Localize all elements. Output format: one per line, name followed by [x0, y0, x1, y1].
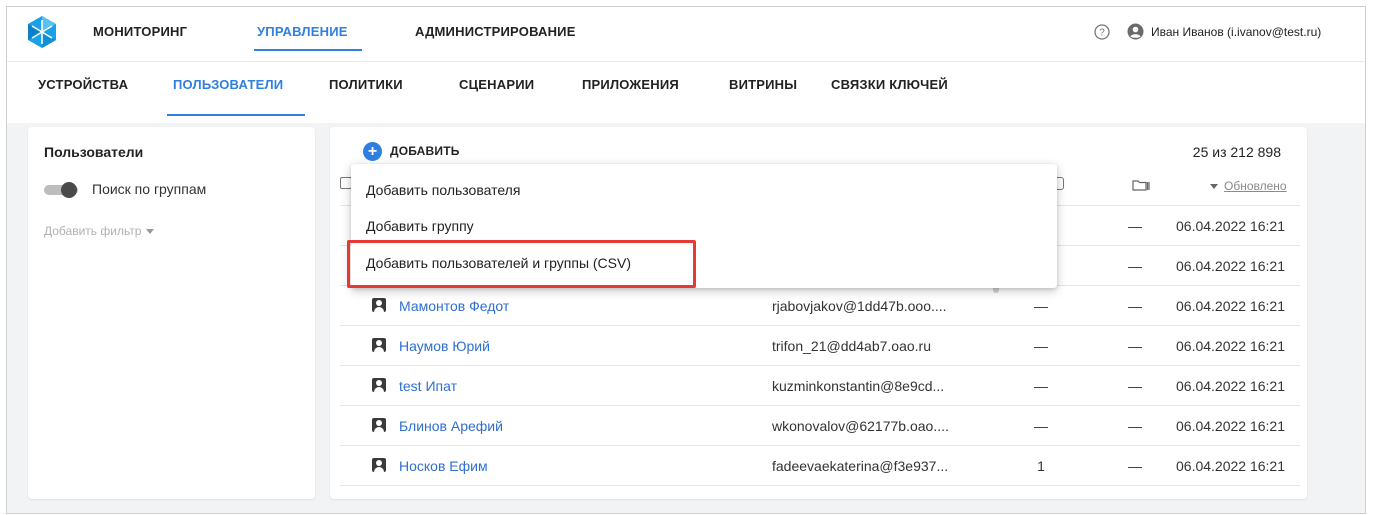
add-filter-label: Добавить фильтр — [44, 224, 142, 238]
help-circle-icon[interactable]: ? — [1094, 24, 1110, 40]
user-avatar-icon — [372, 298, 386, 312]
groups-count: — — [1128, 258, 1142, 274]
tab-scenarios[interactable]: СЦЕНАРИИ — [459, 77, 534, 92]
nav-management[interactable]: УПРАВЛЕНИЕ — [257, 24, 348, 39]
tab-devices[interactable]: УСТРОЙСТВА — [38, 77, 128, 92]
groups-count: — — [1128, 378, 1142, 394]
sort-updated-label: Обновлено — [1224, 179, 1287, 193]
user-name-link[interactable]: Носков Ефим — [399, 458, 488, 474]
top-bar: МОНИТОРИНГ УПРАВЛЕНИЕ АДМИНИСТРИРОВАНИЕ … — [7, 7, 1365, 61]
groups-count: — — [1128, 298, 1142, 314]
user-name-link[interactable]: test Ипат — [399, 378, 457, 394]
devices-column-icon — [1056, 177, 1064, 190]
tab-users[interactable]: ПОЛЬЗОВАТЕЛИ — [173, 77, 283, 92]
tab-applications[interactable]: ПРИЛОЖЕНИЯ — [582, 77, 679, 92]
nav-active-indicator — [254, 49, 362, 51]
table-row[interactable]: Блинов Арефий wkonovalov@62177b.oao.... … — [340, 406, 1300, 446]
user-email: fadeevaekaterina@f3e937... — [772, 458, 949, 474]
user-name[interactable]: Иван Иванов (i.ivanov@test.ru) — [1151, 25, 1321, 39]
sort-updated-header[interactable]: Обновлено — [1210, 179, 1287, 193]
updated-date: 06.04.2022 16:21 — [1176, 418, 1285, 434]
nav-monitoring[interactable]: МОНИТОРИНГ — [93, 24, 187, 39]
user-name-link[interactable]: Блинов Арефий — [399, 418, 503, 434]
user-name-link[interactable]: Мамонтов Федот — [399, 298, 509, 314]
panel-title: Пользователи — [44, 144, 144, 160]
user-avatar-icon — [372, 338, 386, 352]
groups-count: — — [1128, 418, 1142, 434]
chevron-down-icon — [146, 229, 155, 235]
user-email: rjabovjakov@1dd47b.ooo.... — [772, 298, 947, 314]
folder-stack-icon — [1132, 180, 1150, 191]
group-search-toggle[interactable] — [44, 182, 78, 198]
updated-date: 06.04.2022 16:21 — [1176, 458, 1285, 474]
app-logo-icon[interactable] — [25, 15, 59, 49]
groups-count: — — [1128, 338, 1142, 354]
table-row[interactable]: test Ипат kuzminkonstantin@8e9cd... — — … — [340, 366, 1300, 406]
devices-count: — — [1034, 338, 1048, 354]
filter-panel: Пользователи Поиск по группам Добавить ф… — [28, 127, 315, 499]
plus-circle-icon: + — [363, 141, 382, 161]
table-row[interactable]: Наумов Юрий trifon_21@dd4ab7.oao.ru — — … — [340, 326, 1300, 366]
user-avatar-icon — [372, 458, 386, 472]
records-count: 25 из 212 898 — [1192, 144, 1281, 160]
user-email: wkonovalov@62177b.oao.... — [772, 418, 949, 434]
tab-active-indicator — [167, 114, 305, 116]
sub-nav: УСТРОЙСТВА ПОЛЬЗОВАТЕЛИ ПОЛИТИКИ СЦЕНАРИ… — [7, 61, 1365, 123]
menu-item-add-user[interactable]: Добавить пользователя — [366, 182, 520, 198]
devices-count: — — [1034, 298, 1048, 314]
user-email: trifon_21@dd4ab7.oao.ru — [772, 338, 931, 354]
highlight-box — [347, 240, 696, 288]
updated-date: 06.04.2022 16:21 — [1176, 338, 1285, 354]
add-button-label: ДОБАВИТЬ — [390, 144, 460, 158]
sort-down-icon — [1210, 184, 1218, 190]
groups-count: — — [1128, 458, 1142, 474]
tab-showcases[interactable]: ВИТРИНЫ — [729, 77, 797, 92]
svg-text:?: ? — [1099, 28, 1105, 39]
updated-date: 06.04.2022 16:21 — [1176, 218, 1285, 234]
add-filter-dropdown[interactable]: Добавить фильтр — [44, 224, 155, 238]
tab-keychains[interactable]: СВЯЗКИ КЛЮЧЕЙ — [831, 77, 948, 92]
devices-count: 1 — [1037, 458, 1045, 474]
tab-policies[interactable]: ПОЛИТИКИ — [329, 77, 403, 92]
nav-administration[interactable]: АДМИНИСТРИРОВАНИЕ — [415, 24, 576, 39]
devices-count: — — [1034, 418, 1048, 434]
devices-count: — — [1034, 378, 1048, 394]
menu-item-add-group[interactable]: Добавить группу — [366, 218, 474, 234]
toggle-thumb — [61, 182, 77, 198]
table-row[interactable]: Мамонтов Федот rjabovjakov@1dd47b.ooo...… — [340, 286, 1300, 326]
table-row[interactable]: Носков Ефим fadeevaekaterina@f3e937... 1… — [340, 446, 1300, 486]
group-search-label: Поиск по группам — [92, 181, 207, 197]
groups-count: — — [1128, 218, 1142, 234]
user-avatar-icon — [372, 418, 386, 432]
updated-date: 06.04.2022 16:21 — [1176, 378, 1285, 394]
updated-date: 06.04.2022 16:21 — [1176, 258, 1285, 274]
account-circle-icon[interactable] — [1127, 23, 1144, 40]
user-email: kuzminkonstantin@8e9cd... — [772, 378, 945, 394]
updated-date: 06.04.2022 16:21 — [1176, 298, 1285, 314]
user-name-link[interactable]: Наумов Юрий — [399, 338, 490, 354]
add-button[interactable]: + ДОБАВИТЬ — [363, 141, 460, 161]
user-avatar-icon — [372, 378, 386, 392]
